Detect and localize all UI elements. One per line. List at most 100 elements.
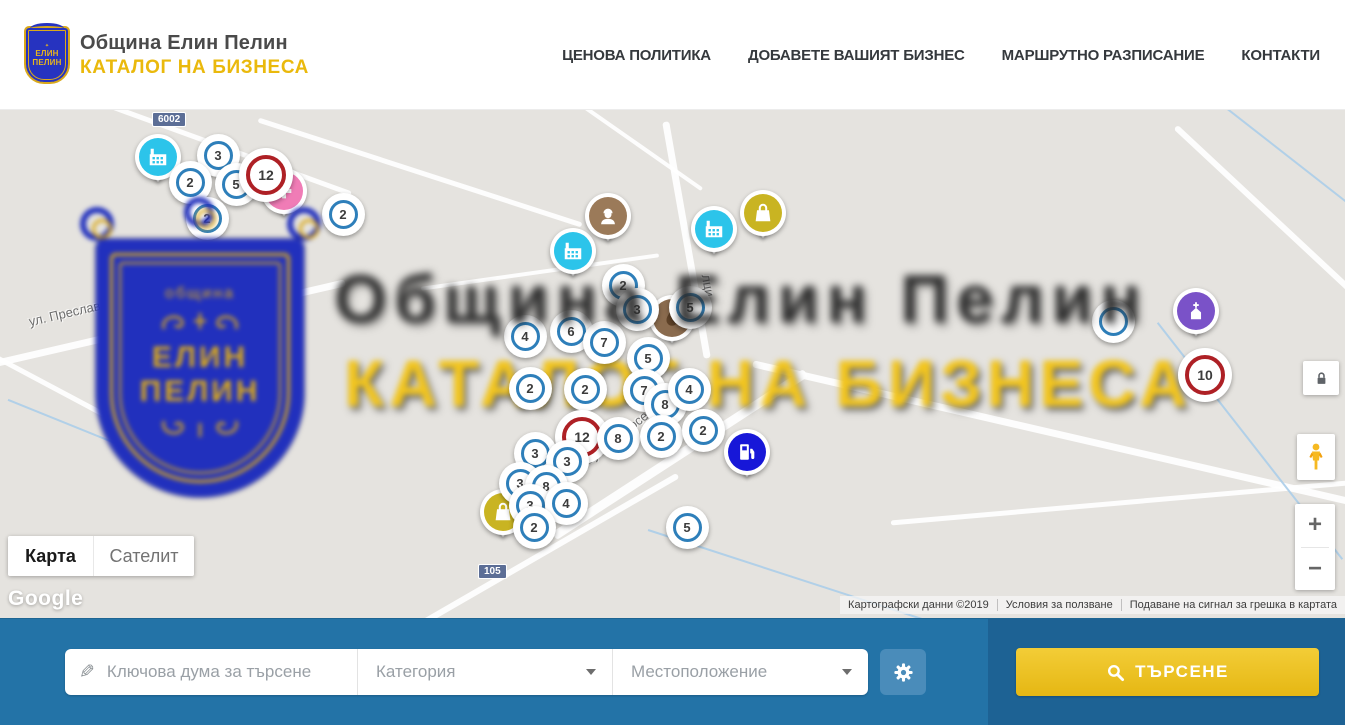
map-road	[0, 354, 207, 471]
map-cluster-marker[interactable]: 2	[640, 415, 683, 458]
attribution-report-link[interactable]: Подаване на сигнал за грешка в картата	[1121, 599, 1345, 611]
chevron-down-icon	[842, 669, 852, 675]
brand-logo[interactable]: ✦ ЕЛИН ПЕЛИН Община Елин Пелин КАТАЛОГ Н…	[24, 26, 309, 84]
pin-disc	[585, 193, 631, 239]
chevron-down-icon	[586, 669, 596, 675]
gear-icon	[892, 661, 915, 684]
map-cluster-marker[interactable]: 7	[583, 321, 626, 364]
cluster-count: 4	[675, 375, 704, 404]
brand-text: Община Елин Пелин КАТАЛОГ НА БИЗНЕСА	[80, 32, 309, 79]
crest-flourish-icon	[158, 415, 242, 441]
map-road	[752, 360, 1345, 506]
cluster-count: 2	[571, 375, 600, 404]
map-pin-worker[interactable]	[585, 193, 631, 247]
map-type-map-button[interactable]: Карта	[8, 536, 94, 576]
map-cluster-marker[interactable]: 2	[186, 197, 229, 240]
church-icon	[1177, 292, 1215, 330]
cluster-count: 2	[176, 168, 205, 197]
map-pin-church[interactable]	[1173, 288, 1219, 342]
cluster-count: 4	[511, 322, 540, 351]
cluster-count	[1099, 307, 1128, 336]
lock-icon	[1313, 370, 1330, 387]
map-type-control: Карта Сателит	[8, 536, 194, 576]
map-cluster-marker[interactable]: 5	[669, 286, 712, 329]
keyword-field[interactable]: ✎	[65, 649, 357, 695]
zoom-out-button[interactable]: −	[1295, 548, 1335, 591]
cluster-count: 12	[246, 155, 286, 195]
map-pin-bag[interactable]	[740, 190, 786, 244]
bag-icon	[744, 194, 782, 232]
pin-disc	[691, 206, 737, 252]
nav-item-contacts[interactable]: КОНТАКТИ	[1241, 47, 1320, 64]
attribution-data: Картографски данни ©2019	[840, 599, 997, 611]
map-cluster-marker[interactable]: 2	[509, 367, 552, 410]
cluster-count: 5	[676, 293, 705, 322]
search-icon	[1106, 663, 1125, 682]
crest-shield: община ЕЛИН ПЕЛИН	[96, 239, 304, 497]
map-attribution: Картографски данни ©2019 Условия за полз…	[840, 596, 1345, 614]
map-stream	[1064, 110, 1345, 241]
crest-caption-text: община	[165, 285, 235, 303]
cluster-count: 10	[1185, 355, 1225, 395]
worker-icon	[589, 197, 627, 235]
keyword-input[interactable]	[95, 649, 357, 695]
map-pin-factory[interactable]	[691, 206, 737, 260]
watermark-subtitle: КАТАЛОГ НА БИЗНЕСА	[344, 345, 1192, 421]
map-cluster-marker[interactable]	[1092, 300, 1135, 343]
crest-name-text: ПЕЛИН	[140, 375, 261, 409]
cluster-count: 2	[689, 416, 718, 445]
cluster-count: 2	[193, 204, 222, 233]
attribution-terms-link[interactable]: Условия за ползване	[997, 599, 1121, 611]
nav-item-timetable[interactable]: МАРШРУТНО РАЗПИСАНИЕ	[1002, 47, 1205, 64]
cluster-count: 2	[516, 374, 545, 403]
cluster-count: 2	[520, 513, 549, 542]
map-cluster-marker[interactable]: 10	[1178, 348, 1232, 402]
header: ✦ ЕЛИН ПЕЛИН Община Елин Пелин КАТАЛОГ Н…	[0, 0, 1345, 110]
road-number-badge: 6002	[152, 112, 186, 127]
search-fields-group: ✎ Категория Местоположение	[65, 649, 868, 695]
crest-curl-icon	[80, 207, 114, 241]
cluster-count: 7	[590, 328, 619, 357]
map-cluster-marker[interactable]: 2	[513, 506, 556, 549]
main-nav: ЦЕНОВА ПОЛИТИКА ДОБАВЕТЕ ВАШИЯТ БИЗНЕС М…	[562, 0, 1320, 110]
map-cluster-marker[interactable]: 3	[616, 288, 659, 331]
google-logo[interactable]: Google	[8, 587, 83, 611]
crest-name-line2: ПЕЛИН	[32, 58, 61, 67]
street-view-pegman-button[interactable]	[1297, 434, 1335, 480]
nav-item-add-business[interactable]: ДОБАВЕТЕ ВАШИЯТ БИЗНЕС	[748, 47, 965, 64]
map-cluster-marker[interactable]: 8	[597, 417, 640, 460]
map-cluster-marker[interactable]: 2	[322, 193, 365, 236]
map-cluster-marker[interactable]: 5	[666, 506, 709, 549]
map-pin-fuel[interactable]	[724, 429, 770, 483]
watermark-crest: община ЕЛИН ПЕЛИН	[78, 213, 323, 503]
map-cluster-marker[interactable]: 4	[504, 315, 547, 358]
nav-item-pricing[interactable]: ЦЕНОВА ПОЛИТИКА	[562, 47, 711, 64]
map-stream	[8, 399, 213, 483]
cluster-count: 8	[604, 424, 633, 453]
category-select[interactable]: Категория	[357, 649, 612, 695]
google-map[interactable]: ул. Преславбул. „Новоселлци6002105	[0, 110, 1345, 618]
page: ✦ ЕЛИН ПЕЛИН Община Елин Пелин КАТАЛОГ Н…	[0, 0, 1345, 725]
map-cluster-marker[interactable]: 2	[682, 409, 725, 452]
pin-disc	[724, 429, 770, 475]
search-submit-button[interactable]: ТЪРСЕНЕ	[1016, 648, 1319, 696]
map-cluster-marker[interactable]: 12	[239, 148, 293, 202]
pencil-icon: ✎	[79, 661, 95, 684]
map-lock-button[interactable]	[1303, 361, 1339, 395]
cluster-count: 2	[329, 200, 358, 229]
cluster-count: 3	[623, 295, 652, 324]
map-cluster-marker[interactable]: 2	[564, 368, 607, 411]
map-type-satellite-button[interactable]: Сателит	[94, 536, 194, 576]
advanced-settings-button[interactable]	[880, 649, 926, 695]
category-select-value: Категория	[358, 662, 586, 682]
pin-disc	[740, 190, 786, 236]
cluster-count: 5	[634, 344, 663, 373]
zoom-control: + −	[1295, 504, 1335, 590]
zoom-in-button[interactable]: +	[1295, 504, 1335, 547]
street-label: ул. Преслав	[27, 298, 102, 329]
location-select[interactable]: Местоположение	[612, 649, 868, 695]
map-cluster-marker[interactable]: 4	[668, 368, 711, 411]
cluster-count: 5	[673, 513, 702, 542]
search-submit-label: ТЪРСЕНЕ	[1135, 662, 1229, 682]
cluster-count: 4	[552, 489, 581, 518]
